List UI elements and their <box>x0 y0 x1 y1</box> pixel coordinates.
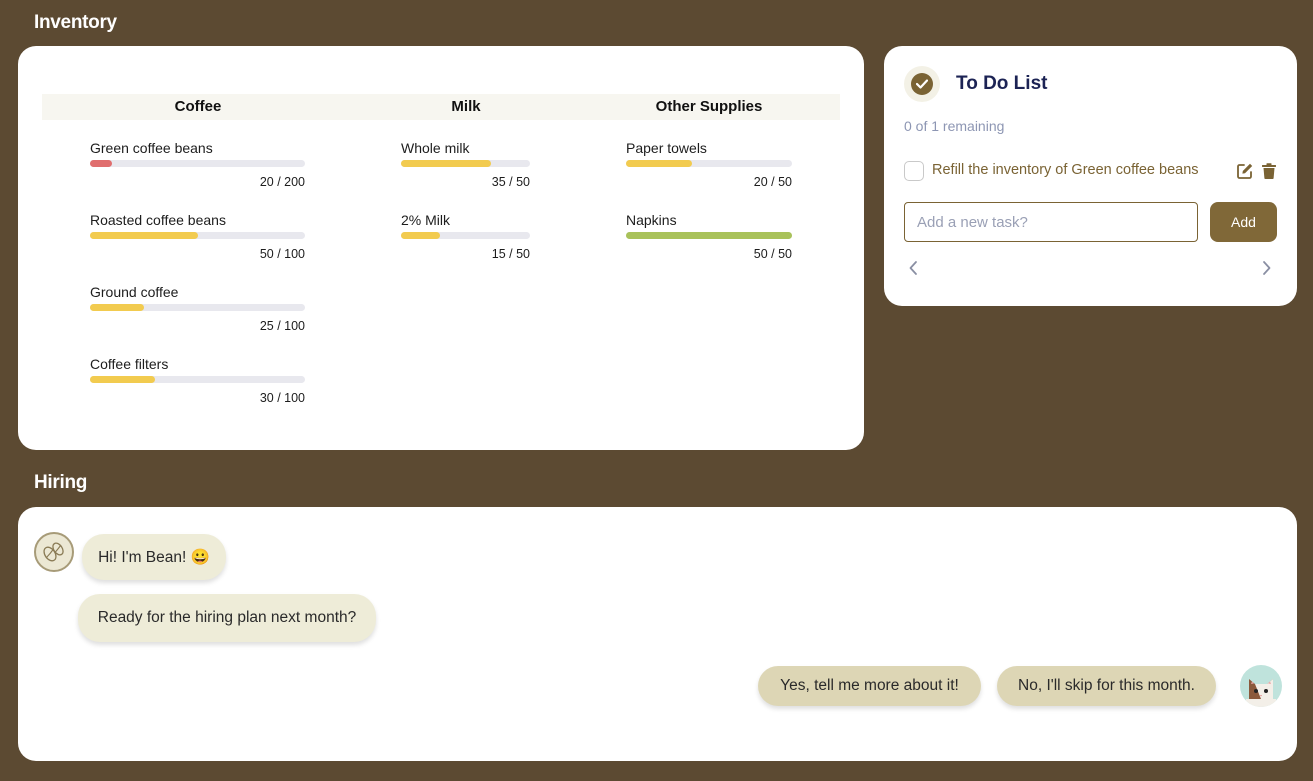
stock-bar <box>90 160 305 167</box>
stock-bar <box>401 232 530 239</box>
hiring-heading: Hiring <box>34 472 88 493</box>
item-name: Napkins <box>626 212 677 228</box>
item-quantity: 50 / 100 <box>259 247 305 261</box>
stock-bar-fill <box>401 232 440 239</box>
item-quantity: 15 / 50 <box>491 247 530 261</box>
inventory-item-napkins: Napkins 50 / 50 <box>626 212 792 261</box>
chevron-left-icon[interactable] <box>906 259 922 277</box>
bot-message: Hi! I'm Bean! 😀 <box>82 534 226 580</box>
stock-bar <box>90 376 305 383</box>
todo-task-item: Refill the inventory of Green coffee bea… <box>904 160 1278 182</box>
item-quantity: 20 / 50 <box>753 175 792 189</box>
todo-card: To Do List 0 of 1 remaining Refill the i… <box>884 46 1297 306</box>
stock-bar <box>90 232 305 239</box>
item-quantity: 25 / 100 <box>259 319 305 333</box>
item-name: 2% Milk <box>401 212 451 228</box>
item-quantity: 35 / 50 <box>491 175 530 189</box>
stock-bar-fill <box>90 232 198 239</box>
item-quantity: 30 / 100 <box>259 391 305 405</box>
todo-remaining-count: 0 of 1 remaining <box>904 118 1005 134</box>
stock-bar-fill <box>626 232 792 239</box>
inventory-card: Coffee Milk Other Supplies Green coffee … <box>18 46 864 450</box>
hiring-chat-card: Hi! I'm Bean! 😀 Ready for the hiring pla… <box>18 507 1297 761</box>
stock-bar-fill <box>90 376 155 383</box>
new-task-input[interactable] <box>904 202 1198 242</box>
inventory-heading: Inventory <box>34 12 117 33</box>
trash-icon[interactable] <box>1260 162 1278 180</box>
inventory-item-whole-milk: Whole milk 35 / 50 <box>401 140 530 189</box>
chevron-right-icon[interactable] <box>1258 259 1274 277</box>
item-name: Paper towels <box>626 140 707 156</box>
stock-bar-fill <box>90 160 112 167</box>
item-quantity: 50 / 50 <box>753 247 792 261</box>
bean-bot-avatar <box>34 532 74 572</box>
column-header-coffee: Coffee <box>174 98 222 115</box>
stock-bar <box>626 160 792 167</box>
item-name: Ground coffee <box>90 284 179 300</box>
edit-icon[interactable] <box>1236 162 1254 180</box>
inventory-item-green-coffee-beans: Green coffee beans 20 / 200 <box>90 140 305 189</box>
reply-yes-button[interactable]: Yes, tell me more about it! <box>758 666 981 706</box>
check-circle-icon <box>904 66 940 102</box>
stock-bar <box>401 160 530 167</box>
inventory-item-coffee-filters: Coffee filters 30 / 100 <box>90 356 305 405</box>
inventory-item-paper-towels: Paper towels 20 / 50 <box>626 140 792 189</box>
stock-bar <box>626 232 792 239</box>
reply-no-button[interactable]: No, I'll skip for this month. <box>997 666 1216 706</box>
cat-avatar-icon <box>1240 665 1282 707</box>
inventory-item-ground-coffee: Ground coffee 25 / 100 <box>90 284 305 333</box>
stock-bar-fill <box>626 160 693 167</box>
task-text: Refill the inventory of Green coffee bea… <box>932 162 1199 178</box>
item-name: Coffee filters <box>90 356 169 372</box>
column-header-milk: Milk <box>451 98 481 115</box>
add-task-button[interactable]: Add <box>1210 202 1277 242</box>
item-name: Whole milk <box>401 140 470 156</box>
item-name: Roasted coffee beans <box>90 212 226 228</box>
inventory-item-roasted-coffee-beans: Roasted coffee beans 50 / 100 <box>90 212 305 261</box>
column-header-other-supplies: Other Supplies <box>655 98 763 115</box>
bot-message: Ready for the hiring plan next month? <box>78 594 376 642</box>
stock-bar-fill <box>401 160 492 167</box>
todo-title: To Do List <box>956 73 1048 94</box>
stock-bar-fill <box>90 304 144 311</box>
inventory-table-header: Coffee Milk Other Supplies <box>42 94 840 120</box>
inventory-item-2-percent-milk: 2% Milk 15 / 50 <box>401 212 530 261</box>
stock-bar <box>90 304 305 311</box>
task-checkbox[interactable] <box>904 161 924 181</box>
item-name: Green coffee beans <box>90 140 213 156</box>
item-quantity: 20 / 200 <box>259 175 305 189</box>
